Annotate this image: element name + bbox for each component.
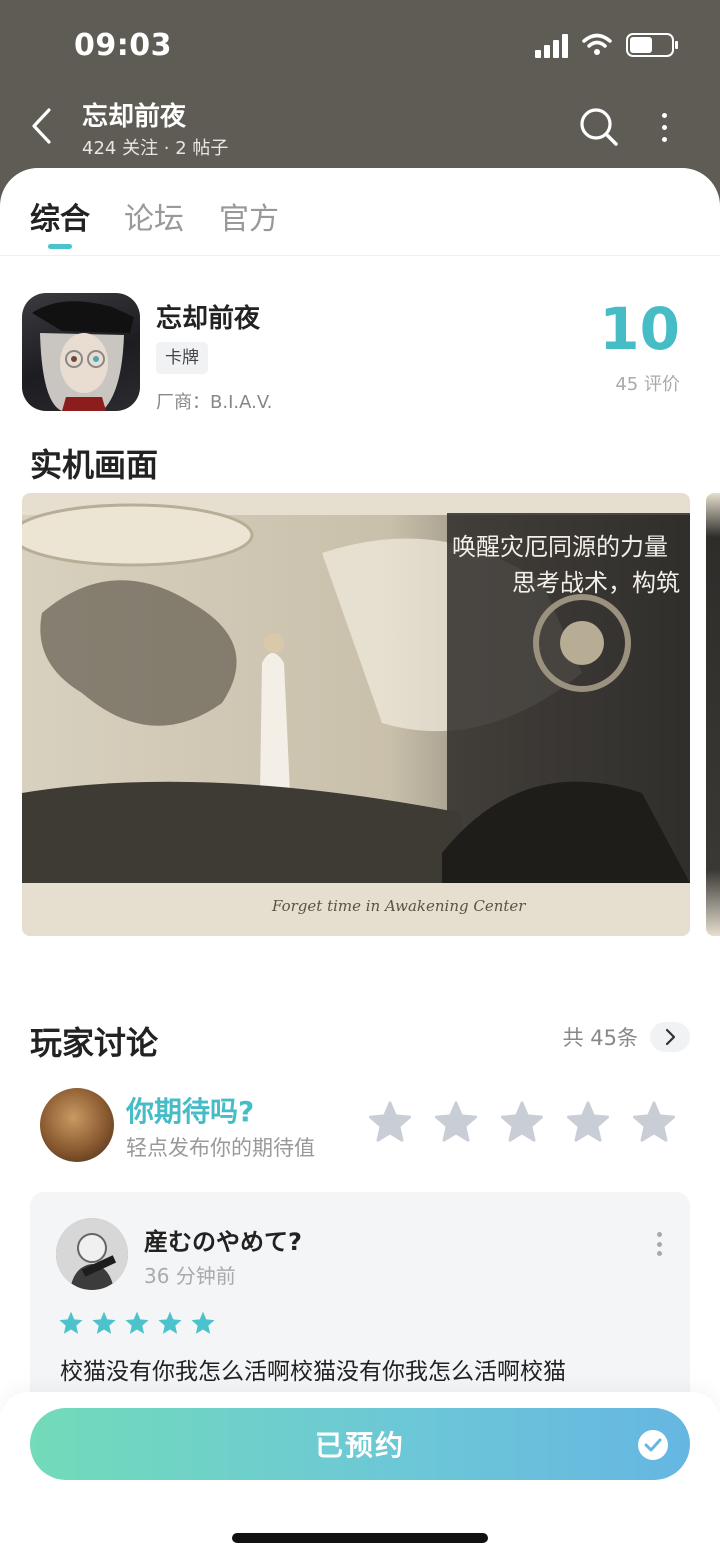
status-icons <box>535 32 678 58</box>
screenshot-signature: Forget time in Awakening Center <box>271 897 526 915</box>
reviewer-name: 産むのやめて? <box>144 1228 302 1256</box>
cellular-signal-icon <box>535 32 568 58</box>
tab-forum[interactable]: 论坛 <box>124 194 184 238</box>
reserve-label: 已预约 <box>314 1429 405 1462</box>
rate-star-3-icon[interactable] <box>500 1100 544 1144</box>
active-tab-indicator <box>48 244 72 249</box>
review-text: 校猫没有你我怎么活啊校猫没有你我怎么活啊校猫 <box>60 1359 566 1385</box>
dot-icon <box>656 1232 662 1237</box>
game-icon[interactable] <box>22 293 140 411</box>
home-indicator <box>232 1533 488 1543</box>
chevron-right-icon <box>650 1022 690 1052</box>
vendor-label: 厂商：B.I.A.V. <box>156 392 273 413</box>
reviewer-avatar-art <box>56 1218 128 1290</box>
dot-icon <box>656 1251 662 1256</box>
game-name: 忘却前夜 <box>156 304 261 334</box>
status-time: 09:03 <box>74 28 172 63</box>
expectation-prompt: 你期待吗? 轻点发布你的期待值 <box>0 1086 720 1166</box>
star-icon <box>191 1311 215 1334</box>
back-button[interactable] <box>22 106 62 146</box>
main-content: 综合 论坛 官方 忘却前夜 卡牌 厂商：B.I.A.V. 10 45 评价 实机… <box>0 168 720 1558</box>
avatar <box>40 1088 114 1162</box>
dot-icon <box>661 136 667 142</box>
rate-star-2-icon[interactable] <box>434 1100 478 1144</box>
discussion-total-link[interactable]: 共 45条 <box>563 1022 690 1052</box>
tab-overview[interactable]: 综合 <box>30 194 90 238</box>
wifi-icon <box>582 33 612 55</box>
discussion-total: 共 45条 <box>562 1026 638 1050</box>
review-more-button[interactable] <box>654 1232 664 1256</box>
star-icon <box>59 1311 83 1334</box>
rate-star-5-icon[interactable] <box>632 1100 676 1144</box>
screenshot-carousel[interactable]: 唤醒灾厄同源的力量 思考战术，构筑 Forget time in Awakeni… <box>22 493 720 936</box>
game-art-icon <box>32 301 134 411</box>
review-stars <box>58 1310 216 1336</box>
page-title: 忘却前夜 <box>82 102 187 132</box>
dot-icon <box>661 112 667 118</box>
page-subtitle: 424 关注 · 2 帖子 <box>82 138 229 159</box>
rating-count: 45 评价 <box>615 374 680 395</box>
search-icon <box>580 108 618 146</box>
score-value: 10 <box>599 295 680 363</box>
battery-level <box>630 37 652 53</box>
battery-icon <box>626 33 678 57</box>
star-icon <box>125 1311 149 1334</box>
screenshots-title: 实机画面 <box>30 446 159 484</box>
genre-tag[interactable]: 卡牌 <box>156 342 208 374</box>
star-icon <box>158 1311 182 1334</box>
search-button[interactable] <box>578 106 620 148</box>
tab-bar: 综合 论坛 官方 <box>0 168 720 256</box>
reserve-button[interactable]: 已预约 <box>30 1408 690 1480</box>
more-options-button[interactable] <box>650 106 678 148</box>
tab-official[interactable]: 官方 <box>219 194 279 238</box>
rate-star-4-icon[interactable] <box>566 1100 610 1144</box>
status-bar: 09:03 <box>0 0 720 88</box>
rate-star-1-icon[interactable] <box>368 1100 412 1144</box>
screenshot-art: 唤醒灾厄同源的力量 思考战术，构筑 Forget time in Awakeni… <box>22 493 690 936</box>
expect-question: 你期待吗? <box>126 1095 255 1128</box>
dot-icon <box>656 1241 662 1247</box>
screenshot-caption-1: 唤醒灾厄同源的力量 <box>452 533 668 561</box>
screenshot-image-next[interactable] <box>706 493 720 936</box>
game-info: 忘却前夜 卡牌 厂商：B.I.A.V. 10 45 评价 <box>0 288 720 418</box>
screenshot-image[interactable]: 唤醒灾厄同源的力量 思考战术，构筑 Forget time in Awakeni… <box>22 493 690 936</box>
check-icon <box>638 1430 668 1460</box>
discussion-title: 玩家讨论 <box>30 1024 159 1062</box>
review-time: 36 分钟前 <box>144 1264 236 1288</box>
screenshot-caption-2: 思考战术，构筑 <box>512 569 680 597</box>
star-icon <box>92 1311 116 1334</box>
dot-icon <box>661 124 667 130</box>
nav-header: 忘却前夜 424 关注 · 2 帖子 <box>0 88 720 170</box>
chevron-left-icon <box>32 108 51 144</box>
expect-hint: 轻点发布你的期待值 <box>126 1136 315 1160</box>
bottom-action-bar: 已预约 <box>0 1392 720 1558</box>
reviewer-avatar[interactable] <box>56 1218 128 1290</box>
